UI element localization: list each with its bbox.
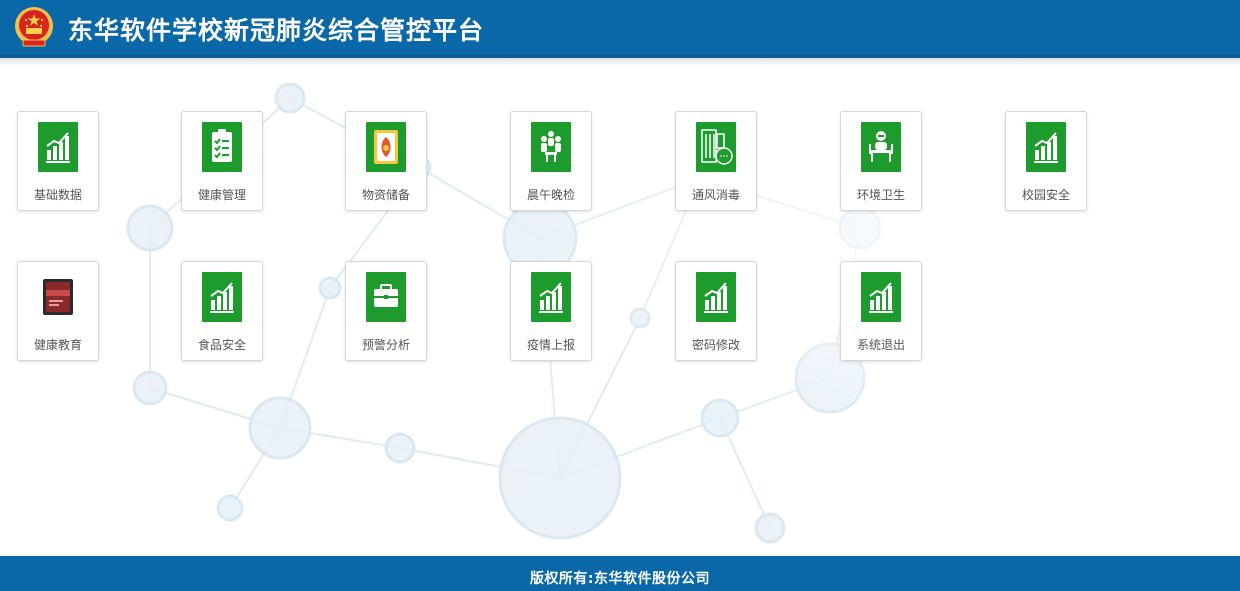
- tile-label: 密码修改: [691, 338, 740, 352]
- tile-label: 通风消毒: [691, 188, 740, 202]
- header-bar: 东华软件学校新冠肺炎综合管控平台: [0, 0, 1240, 58]
- tile-label: 环境卫生: [856, 188, 905, 202]
- header-shadow: [0, 58, 1240, 66]
- person-desk-icon: [861, 122, 901, 172]
- tile-environmental-hygiene[interactable]: 环境卫生: [840, 111, 922, 211]
- tile-change-password[interactable]: 密码修改: [675, 261, 757, 361]
- tile-label: 晨午晚检: [526, 188, 575, 202]
- briefcase-icon: [366, 272, 406, 322]
- tile-supplies-reserve[interactable]: 物资储备: [345, 111, 427, 211]
- bar-chart-icon: [202, 272, 242, 322]
- tile-label: 健康管理: [197, 188, 246, 202]
- tile-daily-checks[interactable]: 晨午晚检: [510, 111, 592, 211]
- bar-chart-icon: [38, 122, 78, 172]
- tile-label: 疫情上报: [526, 338, 575, 352]
- footer-bar: 版权所有:东华软件股份公司: [0, 556, 1240, 591]
- tile-warning-analysis[interactable]: 预警分析: [345, 261, 427, 361]
- national-emblem-icon: [15, 7, 53, 47]
- page-title: 东华软件学校新冠肺炎综合管控平台: [68, 16, 485, 45]
- tile-health-education[interactable]: 健康教育: [17, 261, 99, 361]
- tile-label: 预警分析: [361, 338, 410, 352]
- building-ventilation-icon: [696, 122, 736, 172]
- tile-label: 基础数据: [33, 188, 82, 202]
- tile-health-management[interactable]: 健康管理: [181, 111, 263, 211]
- tile-label: 校园安全: [1021, 188, 1070, 202]
- bar-chart-icon: [861, 272, 901, 322]
- supplies-icon: [366, 122, 406, 172]
- copyright-text: 版权所有:东华软件股份公司: [529, 571, 711, 587]
- bar-chart-icon: [531, 272, 571, 322]
- clipboard-checklist-icon: [202, 122, 242, 172]
- bar-chart-icon: [1026, 122, 1066, 172]
- tile-basic-data[interactable]: 基础数据: [17, 111, 99, 211]
- tile-ventilation-disinfection[interactable]: 通风消毒: [675, 111, 757, 211]
- people-meeting-icon: [531, 122, 571, 172]
- tile-label: 系统退出: [856, 338, 905, 352]
- tile-label: 健康教育: [33, 338, 82, 352]
- tile-epidemic-report[interactable]: 疫情上报: [510, 261, 592, 361]
- tile-food-safety[interactable]: 食品安全: [181, 261, 263, 361]
- tile-system-logout[interactable]: 系统退出: [840, 261, 922, 361]
- tile-label: 物资储备: [361, 188, 410, 202]
- tile-campus-safety[interactable]: 校园安全: [1005, 111, 1087, 211]
- bar-chart-icon: [696, 272, 736, 322]
- tile-label: 食品安全: [197, 338, 246, 352]
- screen-icon: [38, 272, 78, 322]
